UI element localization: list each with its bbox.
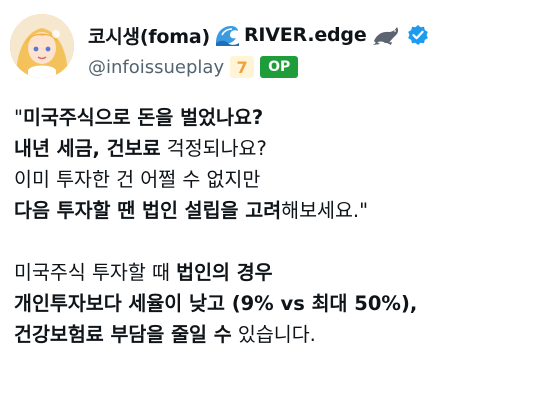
avatar[interactable]: [10, 14, 74, 78]
tweet-line: 내년 세금, 건보료 걱정되나요?: [14, 133, 544, 164]
tweet-header: 코시생(foma) RIVER.edge @infoissueplay 7 OP: [0, 0, 551, 90]
wave-icon: [214, 23, 240, 47]
bold-text-segment: 다음 투자할 땐 법인 설립을 고려: [14, 199, 282, 222]
verified-badge-icon: [407, 24, 429, 46]
tweet-line: "미국주식으로 돈을 벌었나요?: [14, 102, 544, 133]
text-segment: 걱정되나요?: [160, 137, 267, 160]
tweet-text: "미국주식으로 돈을 벌었나요? 내년 세금, 건보료 걱정되나요? 이미 투자한 …: [14, 102, 544, 350]
level-badge: 7: [230, 56, 255, 78]
text-segment: ": [14, 106, 23, 129]
tweet-line: 개인투자보다 세율이 낮고 (9% vs 최대 50%),: [14, 288, 544, 319]
bold-text-segment: 건강보험료 부담을 줄일 수: [14, 323, 232, 346]
tweet-line: 미국주식 투자할 때 법인의 경우: [14, 257, 544, 288]
bold-text-segment: 법인의 경우: [176, 261, 273, 284]
seal-icon: [371, 24, 401, 46]
op-badge: OP: [260, 56, 299, 78]
bold-text-segment: 개인투자보다 세율이 낮고 (9% vs 최대 50%),: [14, 292, 418, 315]
text-segment: 이미 투자한 건 어쩔 수 없지만: [14, 168, 261, 191]
text-segment: 있습니다.: [231, 323, 316, 346]
author-name-row[interactable]: 코시생(foma) RIVER.edge: [88, 20, 429, 50]
bold-text-segment: 미국주식으로 돈을 벌었나요?: [22, 106, 264, 129]
author-handle[interactable]: @infoissueplay: [88, 57, 224, 78]
text-segment: 미국주식 투자할 때: [14, 261, 177, 284]
tweet-line: 건강보험료 부담을 줄일 수 있습니다.: [14, 319, 544, 350]
bold-text-segment: 내년 세금, 건보료: [14, 137, 161, 160]
avatar-image: [10, 14, 74, 78]
text-segment: 해보세요.": [281, 199, 369, 222]
display-name-suffix[interactable]: RIVER.edge: [244, 24, 367, 46]
tweet-line: 이미 투자한 건 어쩔 수 없지만: [14, 164, 544, 195]
display-name[interactable]: 코시생(foma): [88, 22, 210, 49]
author-handle-row: @infoissueplay 7 OP: [88, 54, 299, 80]
tweet-line: 다음 투자할 땐 법인 설립을 고려해보세요.": [14, 195, 544, 226]
